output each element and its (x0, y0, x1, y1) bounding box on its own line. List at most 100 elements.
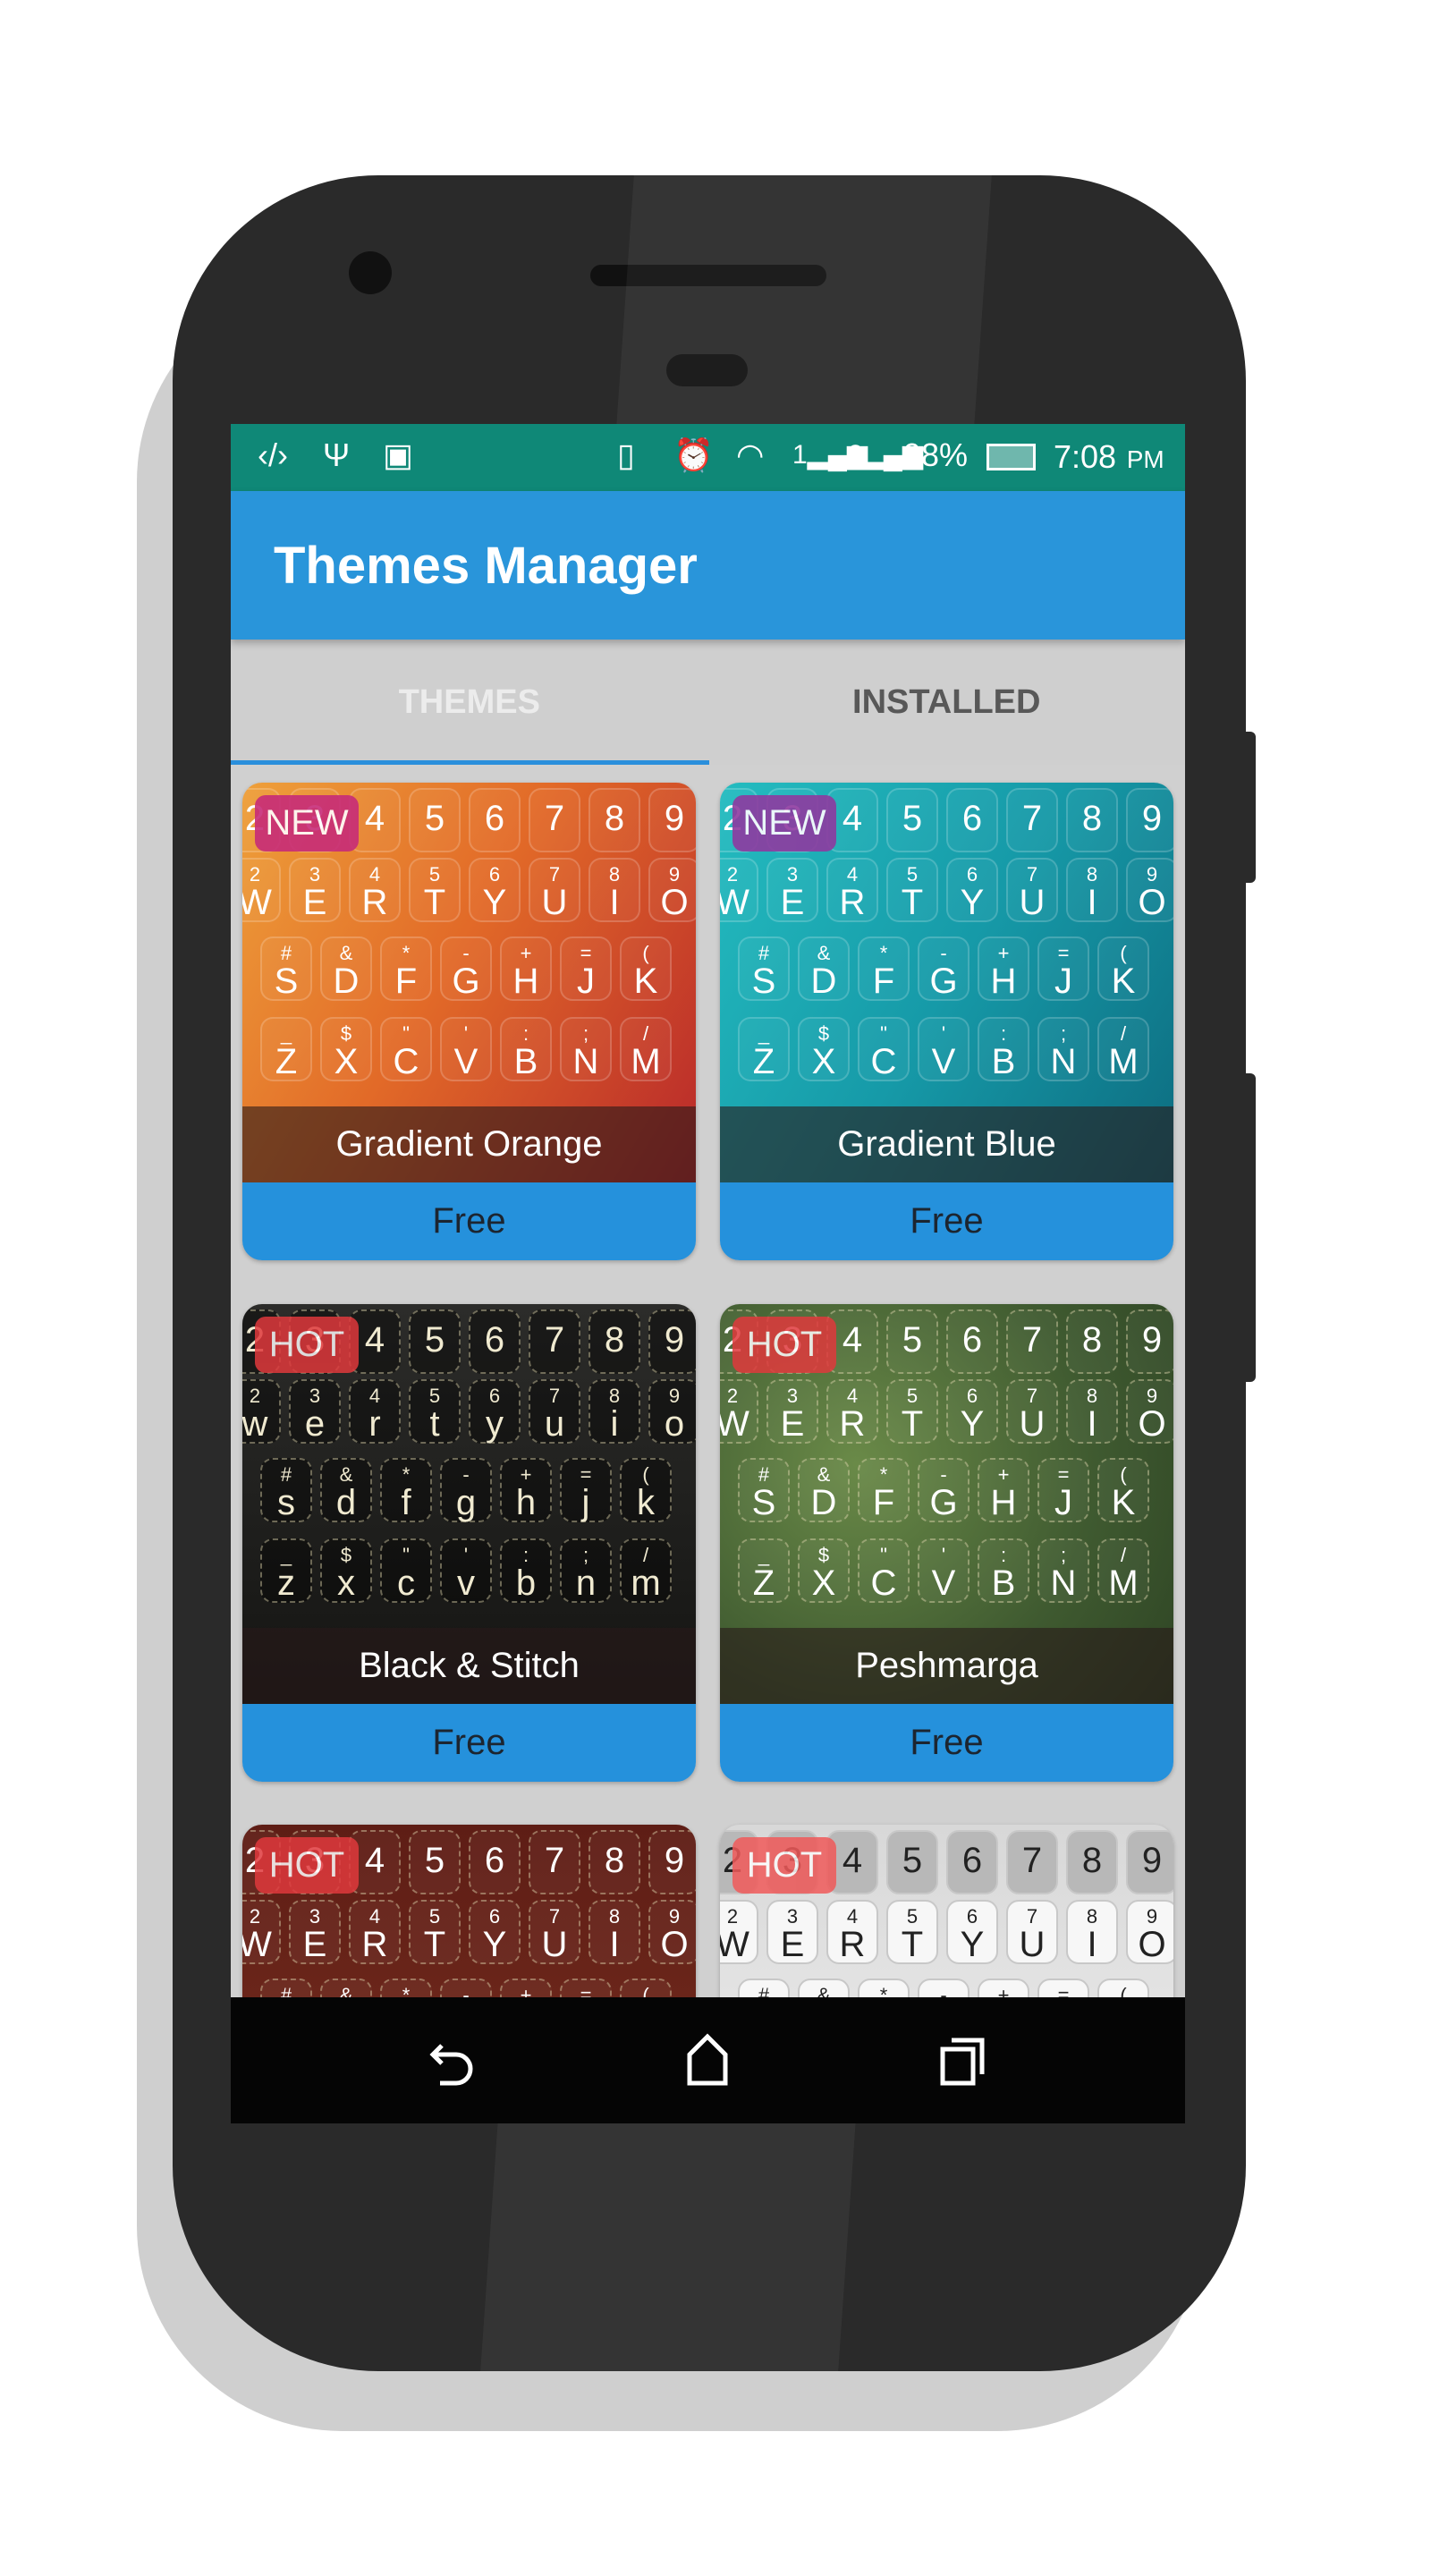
key-letter: J (1054, 1483, 1072, 1522)
key-letter: T (901, 1404, 924, 1444)
key-letter: F (394, 962, 418, 1001)
theme-card[interactable]: 234567892W3E4R5T6Y7U8I9O#S&D*F-G+H=J(K_Z… (242, 1304, 696, 1782)
power-button[interactable] (1243, 732, 1256, 883)
key-letter: R (839, 883, 866, 922)
key-letter: V (931, 1563, 956, 1603)
alarm-icon: ⏰ (673, 436, 714, 473)
theme-card[interactable]: 234567892W3E4R5T6Y7U8I9O#S&D*F-G+H=J(K_Z… (720, 783, 1173, 1260)
key-letter: T (429, 1404, 440, 1444)
clock: 7:08 PM (1054, 433, 1164, 482)
key-letter: W (720, 1404, 749, 1444)
key-letter: C (393, 1042, 419, 1081)
theme-name: Black & Stitch (242, 1628, 696, 1704)
key-letter: B (991, 1042, 1016, 1081)
key-letter: U (1019, 883, 1046, 922)
tab-themes[interactable]: THEMES (231, 640, 708, 765)
key-letter: M (1108, 1042, 1139, 1081)
home-icon[interactable] (682, 2033, 732, 2089)
key-letter: N (1050, 1042, 1077, 1081)
new-badge: NEW (255, 795, 359, 852)
key-number: 5 (902, 1320, 923, 1360)
key-letter: C (870, 1563, 897, 1603)
app-bar: Themes Manager (231, 491, 1185, 640)
key-letter: B (515, 1563, 537, 1603)
key-number: 9 (1141, 1841, 1163, 1880)
key-letter: W (720, 883, 749, 922)
key-number: 6 (484, 1841, 505, 1880)
key-number: 9 (1141, 799, 1163, 838)
theme-card[interactable]: 234567892W3E4R5T6Y7U8I9O#S&D*F-G+H=J(K_Z… (720, 1304, 1173, 1782)
key-letter: H (990, 1483, 1017, 1522)
key-number: 5 (424, 799, 445, 838)
wifi-icon: ◠ (736, 436, 765, 473)
key-letter: Y (960, 1925, 985, 1964)
hot-badge: HOT (255, 1317, 359, 1373)
time-ampm: PM (1126, 445, 1164, 473)
key-number: 9 (664, 1320, 685, 1360)
price-button[interactable]: Free (242, 1182, 696, 1260)
key-letter: X (811, 1042, 836, 1081)
key-letter: D (810, 962, 837, 1001)
key-letter: K (637, 1483, 655, 1522)
key-number: 7 (544, 1841, 565, 1880)
key-letter: Y (960, 1404, 985, 1444)
key-letter: U (544, 1404, 565, 1444)
key-letter: F (872, 962, 895, 1001)
key-letter: D (810, 1483, 837, 1522)
key-letter: I (610, 1404, 619, 1444)
key-letter: U (541, 883, 568, 922)
key-letter: F (401, 1483, 411, 1522)
key-letter: O (1138, 1925, 1166, 1964)
price-button[interactable]: Free (720, 1182, 1173, 1260)
key-letter: Y (482, 883, 507, 922)
key-number: 8 (1081, 1320, 1103, 1360)
key-letter: V (457, 1563, 475, 1603)
key-letter: U (1019, 1925, 1046, 1964)
key-number: 5 (424, 1320, 445, 1360)
recents-icon[interactable] (937, 2033, 987, 2089)
key-number: 6 (961, 1320, 983, 1360)
screen: ‹/› Ψ ▣ ▯ ⏰ ◠ 1▂▄▆ 2▂▄▆ 98% 7:08 PM Them… (231, 424, 1185, 2123)
key-letter: O (1138, 1404, 1166, 1444)
key-letter: Z (752, 1563, 775, 1603)
hot-badge: HOT (732, 1317, 836, 1373)
price-button[interactable]: Free (720, 1704, 1173, 1782)
vibrate-icon: ▯ (617, 436, 635, 473)
key-number: 8 (604, 799, 625, 838)
key-letter: O (1138, 883, 1166, 922)
theme-name: Gradient Orange (242, 1106, 696, 1182)
price-button[interactable]: Free (242, 1704, 696, 1782)
key-letter: N (575, 1563, 597, 1603)
key-letter: G (455, 1483, 477, 1522)
key-letter: T (423, 883, 446, 922)
key-letter: X (337, 1563, 355, 1603)
volume-button[interactable] (1243, 1073, 1256, 1382)
key-letter: E (780, 1404, 805, 1444)
key-letter: T (901, 1925, 924, 1964)
status-bar: ‹/› Ψ ▣ ▯ ⏰ ◠ 1▂▄▆ 2▂▄▆ 98% 7:08 PM (231, 424, 1185, 491)
proximity-sensor (666, 354, 748, 386)
key-letter: Y (486, 1404, 504, 1444)
page-title: Themes Manager (274, 537, 698, 595)
tab-installed[interactable]: INSTALLED (708, 640, 1186, 765)
key-letter: D (333, 962, 360, 1001)
key-letter: Z (752, 1042, 775, 1081)
key-number: 5 (902, 1841, 923, 1880)
key-number: 6 (961, 799, 983, 838)
back-icon[interactable] (429, 2033, 479, 2089)
tab-bar: THEMES INSTALLED (231, 640, 1185, 765)
key-letter: S (277, 1483, 295, 1522)
theme-card[interactable]: 234567892W3E4R5T6Y7U8I9O#S&D*F-G+H=J(K_Z… (242, 783, 696, 1260)
key-letter: R (361, 883, 388, 922)
key-letter: M (631, 1042, 661, 1081)
key-number: 7 (1021, 1320, 1043, 1360)
key-number: 9 (1141, 1320, 1163, 1360)
key-letter: I (1087, 1925, 1097, 1964)
battery-charging-icon (986, 444, 1036, 470)
key-letter: Y (960, 883, 985, 922)
key-letter: Z (275, 1042, 298, 1081)
key-letter: B (513, 1042, 538, 1081)
key-letter: G (929, 962, 958, 1001)
key-letter: I (1087, 883, 1097, 922)
key-letter: I (609, 883, 620, 922)
